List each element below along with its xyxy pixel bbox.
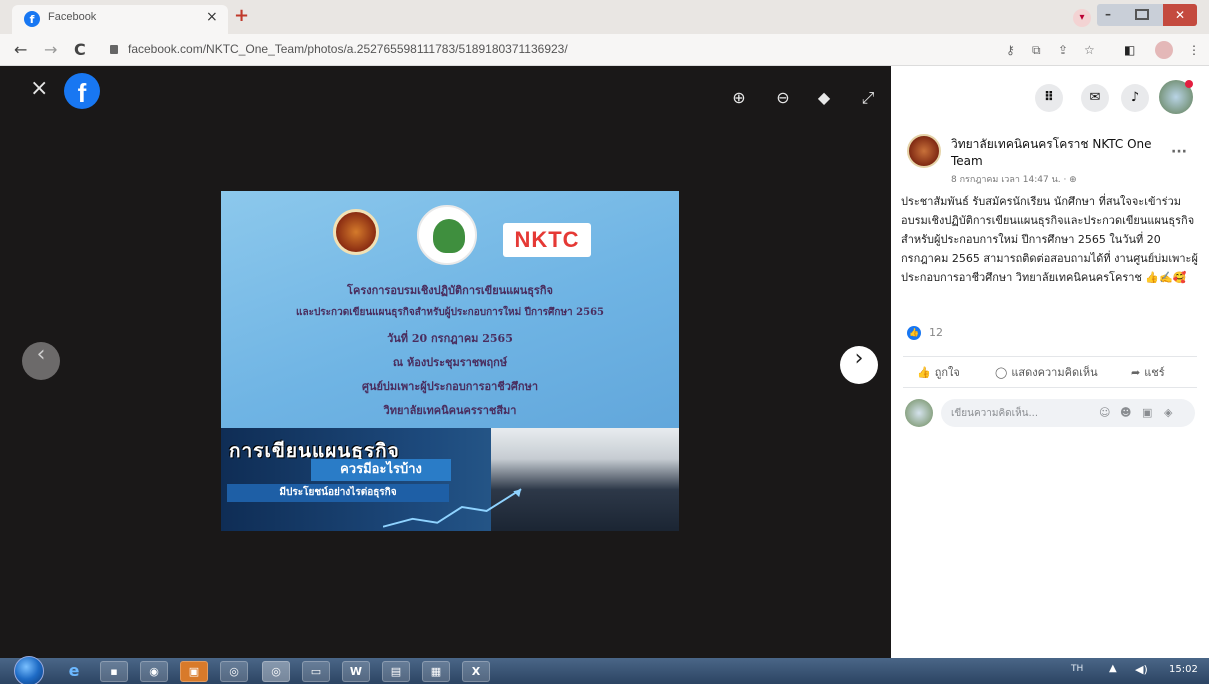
system-tray: TH ▲ ◀) 15:02 — [1059, 658, 1209, 684]
chrome-active-icon[interactable]: ◎ — [262, 661, 290, 682]
share-button[interactable]: ➦ แชร์ — [1131, 363, 1165, 381]
divider — [903, 387, 1197, 388]
page-avatar[interactable] — [907, 134, 941, 168]
lock-icon — [110, 45, 118, 54]
app-icon[interactable]: ◉ — [140, 661, 168, 682]
translate-icon[interactable]: ⧉ — [1032, 43, 1041, 58]
next-photo-button[interactable]: › — [840, 346, 878, 384]
emoji-icon[interactable]: ☻ — [1120, 406, 1131, 419]
language-indicator[interactable]: TH — [1071, 664, 1083, 674]
college-seal-icon — [333, 209, 379, 255]
facebook-favicon-icon: f — [24, 11, 40, 27]
window-close-icon[interactable]: ✕ — [1163, 4, 1197, 26]
share-label: แชร์ — [1144, 366, 1165, 379]
comment-input[interactable] — [941, 399, 1195, 427]
incubator-logo-icon — [417, 205, 477, 265]
internet-explorer-icon[interactable]: e — [60, 661, 88, 682]
new-tab-button[interactable]: + — [234, 5, 249, 26]
account-avatar[interactable] — [1159, 80, 1193, 114]
screen: f Facebook × + ▾ – ✕ ← → C facebook.com/… — [0, 0, 1209, 684]
notifications-bell-icon[interactable]: ♪ — [1121, 84, 1149, 112]
browser-toolbar: ← → C facebook.com/NKTC_One_Team/photos/… — [0, 34, 1209, 66]
like-reaction-icon: 👍 — [907, 326, 921, 340]
zoom-in-icon[interactable]: ⊕ — [728, 87, 750, 109]
poster-line: ศูนย์บ่มเพาะผู้ประกอบการอาชีวศึกษา — [361, 380, 538, 393]
poster-tagline: มีประโยชน์อย่างไรต่อธุรกิจ — [227, 484, 449, 502]
close-viewer-icon[interactable]: × — [30, 76, 48, 101]
start-button-icon[interactable] — [14, 656, 44, 684]
bookmark-star-icon[interactable]: ☆ — [1084, 43, 1095, 57]
poster-line: ณ ห้องประชุมราชพฤกษ์ — [392, 356, 508, 369]
volume-icon[interactable]: ◀) — [1135, 663, 1148, 676]
more-options-icon[interactable]: ··· — [1171, 144, 1187, 160]
fullscreen-icon[interactable]: ⤢ — [857, 87, 879, 109]
apps-grid-icon[interactable]: ⠿ — [1035, 84, 1063, 112]
zoom-out-icon[interactable]: ⊖ — [772, 87, 794, 109]
key-icon[interactable]: ⚷ — [1006, 43, 1015, 57]
windows-taskbar: e ▪ ◉ ▣ ◎ ◎ ▭ W ▤ ▦ X TH ▲ ◀) 15:02 — [0, 656, 1209, 684]
clock[interactable]: 15:02 — [1169, 664, 1198, 675]
word-icon[interactable]: W — [342, 661, 370, 682]
back-button[interactable]: ← — [14, 40, 27, 59]
tab-close-icon[interactable]: × — [206, 9, 218, 25]
messenger-icon[interactable]: ✉ — [1081, 84, 1109, 112]
paint-icon[interactable]: ▤ — [382, 661, 410, 682]
avatar-sticker-icon[interactable]: ☺ — [1099, 406, 1110, 419]
nktc-logo: NKTC — [503, 223, 591, 257]
chrome-icon[interactable]: ◎ — [220, 661, 248, 682]
reload-button[interactable]: C — [74, 40, 86, 59]
sticker-icon[interactable]: ◈ — [1164, 406, 1172, 419]
address-bar[interactable]: facebook.com/NKTC_One_Team/photos/a.2527… — [104, 38, 994, 62]
folder-icon[interactable]: ▭ — [302, 661, 330, 682]
tray-arrow-icon[interactable]: ▲ — [1109, 663, 1117, 674]
like-label: ถูกใจ — [934, 366, 960, 379]
poster-image: NKTC โครงการอบรมเชิงปฏิบัติการเขียนแผนธุ… — [221, 191, 679, 531]
minimize-icon[interactable]: – — [1105, 7, 1111, 21]
thumbs-up-icon: 👍 — [917, 366, 931, 379]
maximize-icon[interactable] — [1135, 9, 1149, 20]
poster-subheadline: ควรมีอะไรบ้าง — [311, 459, 451, 481]
divider — [903, 356, 1197, 357]
browser-tab[interactable]: f Facebook × — [12, 5, 228, 34]
page-name-link[interactable]: วิทยาลัยเทคนิคนครโคราช NKTC One Team — [951, 136, 1171, 170]
tab-search-chevron-icon[interactable]: ▾ — [1073, 9, 1091, 27]
comment-bubble-icon: ◯ — [995, 366, 1008, 379]
poster-line: วิทยาลัยเทคนิคนครราชสีมา — [383, 404, 517, 417]
photo-viewer: × f ⊕ ⊖ ◆ ⤢ ‹ › NKTC โครงการอบรมเชิงปฏิบ… — [0, 66, 891, 658]
forward-button[interactable]: → — [44, 40, 57, 59]
commenter-avatar — [905, 399, 933, 427]
browser-tab-bar: f Facebook × + ▾ – ✕ — [0, 0, 1209, 34]
app-icon[interactable]: ▦ — [422, 661, 450, 682]
like-button[interactable]: 👍 ถูกใจ — [917, 363, 960, 381]
tab-title: Facebook — [48, 11, 97, 23]
post-side-panel: ⠿ ✉ ♪ วิทยาลัยเทคนิคนครโคราช NKTC One Te… — [891, 66, 1209, 658]
window-controls: – ✕ — [1097, 4, 1197, 26]
url-text: facebook.com/NKTC_One_Team/photos/a.2527… — [128, 42, 568, 56]
share-arrow-icon: ➦ — [1131, 366, 1141, 379]
excel-icon[interactable]: X — [462, 661, 490, 682]
previous-photo-button[interactable]: ‹ — [22, 342, 60, 380]
app-icon[interactable]: ▣ — [180, 661, 208, 682]
share-icon[interactable]: ⇪ — [1058, 43, 1068, 57]
post-text: ประชาสัมพันธ์ รับสมัครนักเรียน นักศึกษา … — [901, 195, 1198, 284]
profile-avatar-icon[interactable] — [1155, 41, 1173, 59]
comment-label: แสดงความคิดเห็น — [1011, 366, 1098, 379]
poster-line: และประกวดเขียนแผนธุรกิจสำหรับผู้ประกอบกา… — [296, 307, 604, 318]
side-panel-icon[interactable]: ◧ — [1124, 43, 1135, 57]
poster-line: วันที่ 20 กรกฎาคม 2565 — [387, 332, 513, 345]
facebook-logo-icon[interactable]: f — [64, 73, 100, 109]
comment-button[interactable]: ◯ แสดงความคิดเห็น — [995, 363, 1098, 381]
explorer-icon[interactable]: ▪ — [100, 661, 128, 682]
gif-icon[interactable]: ▣ — [1142, 406, 1152, 419]
poster-line: โครงการอบรมเชิงปฏิบัติการเขียนแผนธุรกิจ — [347, 284, 553, 297]
reaction-count[interactable]: 12 — [929, 326, 943, 339]
menu-kebab-icon[interactable]: ⋮ — [1188, 43, 1200, 57]
tag-icon[interactable]: ◆ — [813, 87, 835, 109]
post-timestamp[interactable]: 8 กรกฎาคม เวลา 14:47 น. · ⊕ — [951, 172, 1077, 186]
